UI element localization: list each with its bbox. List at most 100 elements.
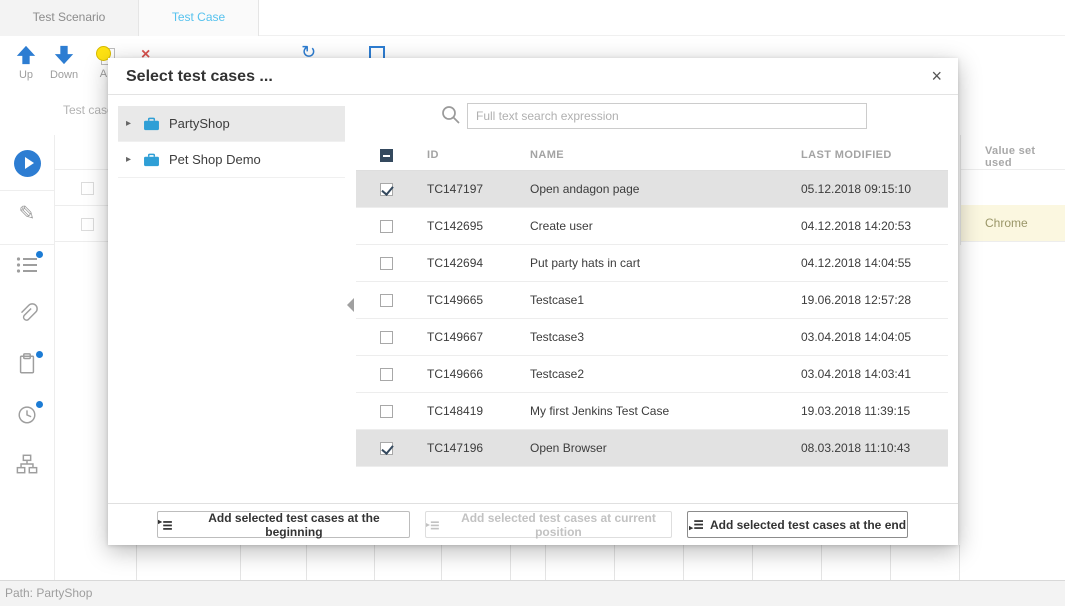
row-checkbox[interactable] <box>380 405 393 418</box>
row-modified: 19.03.2018 11:39:15 <box>801 393 910 430</box>
notification-dot <box>36 401 43 408</box>
row-modified: 05.12.2018 09:15:10 <box>801 171 911 208</box>
button-label: Add selected test cases at the end <box>710 518 906 532</box>
background-grid <box>0 545 1065 580</box>
divider <box>961 241 1065 242</box>
steps-list-icon[interactable] <box>0 254 54 281</box>
search-icon <box>441 105 461 125</box>
notification-dot <box>36 351 43 358</box>
table-row[interactable]: TC142695Create user04.12.2018 14:20:53 <box>356 208 948 245</box>
dialog-footer: Add selected test cases at the beginning… <box>108 503 958 545</box>
move-down-label: Down <box>46 69 82 81</box>
row-checkbox[interactable] <box>380 257 393 270</box>
insert-list-begin-icon <box>158 519 172 531</box>
row-name: Testcase2 <box>530 356 584 393</box>
select-test-cases-dialog: Select test cases ... × ▸ PartyShop ▸ Pet S… <box>108 58 958 545</box>
row-id: TC149667 <box>427 319 483 356</box>
grid-line <box>441 545 442 580</box>
divider <box>0 190 54 191</box>
row-name: Testcase1 <box>530 282 584 319</box>
arrow-up-icon <box>15 44 37 66</box>
grid-line <box>306 545 307 580</box>
grid-line <box>614 545 615 580</box>
add-at-current-position-button: Add selected test cases at current posit… <box>425 511 672 538</box>
add-at-beginning-button[interactable]: Add selected test cases at the beginning <box>157 511 410 538</box>
folder-icon <box>143 117 160 131</box>
edit-icon[interactable]: ✎ <box>0 204 54 224</box>
move-down-button[interactable]: Down <box>46 44 82 81</box>
value-set-cell: Chrome <box>985 216 1028 230</box>
button-label: Add selected test cases at the beginning <box>179 511 409 539</box>
add-at-end-button[interactable]: Add selected test cases at the end <box>687 511 908 538</box>
grid-line <box>240 545 241 580</box>
collapse-panel-handle[interactable] <box>347 298 354 312</box>
panel-label: Test case <box>63 103 114 117</box>
row-checkbox[interactable] <box>380 331 393 344</box>
expand-caret-icon[interactable]: ▸ <box>126 154 138 165</box>
dialog-title: Select test cases ... <box>126 58 273 95</box>
search-input[interactable] <box>467 103 867 129</box>
move-up-button[interactable]: Up <box>8 44 44 81</box>
insert-list-current-icon <box>426 519 439 531</box>
clipboard-icon[interactable] <box>0 353 54 380</box>
background-checkbox <box>81 182 94 195</box>
table-row[interactable]: TC147197Open andagon page05.12.2018 09:1… <box>356 171 948 208</box>
row-id: TC142694 <box>427 245 483 282</box>
table-row[interactable]: TC148419My first Jenkins Test Case19.03.… <box>356 393 948 430</box>
column-header-id[interactable]: ID <box>427 149 439 161</box>
grid-line <box>510 545 511 580</box>
row-id: TC149666 <box>427 356 483 393</box>
row-checkbox[interactable] <box>380 183 393 196</box>
row-name: Put party hats in cart <box>530 245 640 282</box>
grid-line <box>136 545 137 580</box>
tab-test-scenario[interactable]: Test Scenario <box>0 0 139 36</box>
row-id: TC142695 <box>427 208 483 245</box>
row-id: TC149665 <box>427 282 483 319</box>
row-checkbox[interactable] <box>380 442 393 455</box>
status-path: Path: PartyShop <box>5 586 92 600</box>
row-checkbox[interactable] <box>380 368 393 381</box>
close-icon[interactable]: × <box>931 58 942 94</box>
test-case-table: ID NAME LAST MODIFIED TC147197Open andag… <box>356 140 948 467</box>
table-row[interactable]: TC149666 Testcase2 03.04.2018 14:03:41 <box>356 356 948 393</box>
expand-caret-icon[interactable]: ▸ <box>126 118 138 129</box>
row-name: Create user <box>530 208 593 245</box>
row-modified: 19.06.2018 12:57:28 <box>801 282 911 319</box>
tab-test-case[interactable]: Test Case <box>139 0 259 36</box>
history-icon[interactable] <box>0 403 54 430</box>
table-body: TC147197Open andagon page05.12.2018 09:1… <box>356 171 948 467</box>
table-row[interactable]: TC149665 Testcase1 19.06.2018 12:57:28 <box>356 282 948 319</box>
background-table-fragment <box>55 135 108 255</box>
column-header-modified[interactable]: LAST MODIFIED <box>801 149 892 161</box>
row-name: Open Browser <box>530 430 607 467</box>
row-name: My first Jenkins Test Case <box>530 393 669 430</box>
row-id: TC147196 <box>427 430 483 467</box>
tab-bar: Test Scenario Test Case <box>0 0 1065 36</box>
table-row[interactable]: TC147196 Open Browser 08.03.2018 11:10:43 <box>356 430 948 467</box>
grid-line <box>959 545 960 580</box>
run-arrow-icon[interactable] <box>0 150 54 182</box>
table-row[interactable]: TC142694Put party hats in cart04.12.2018… <box>356 245 948 282</box>
tree-item-label: Pet Shop Demo <box>169 152 261 167</box>
row-modified: 08.03.2018 11:10:43 <box>801 430 910 467</box>
row-modified: 03.04.2018 14:03:41 <box>801 356 911 393</box>
table-row[interactable]: TC149667Testcase303.04.2018 14:04:05 <box>356 319 948 356</box>
status-bar: Path: PartyShop <box>0 581 1065 606</box>
tree-item[interactable]: ▸ PartyShop <box>118 106 345 142</box>
column-header-name[interactable]: NAME <box>530 149 564 161</box>
value-set-column-header: Value set used <box>985 145 1065 169</box>
divider <box>55 205 108 206</box>
tree-item[interactable]: ▸ Pet Shop Demo <box>118 142 345 178</box>
select-all-checkbox[interactable] <box>380 149 393 162</box>
insert-list-end-icon <box>689 519 703 531</box>
hierarchy-icon[interactable] <box>0 453 54 480</box>
move-up-label: Up <box>8 69 44 81</box>
value-set-row[interactable]: Chrome <box>961 205 1065 241</box>
grid-line <box>683 545 684 580</box>
row-checkbox[interactable] <box>380 220 393 233</box>
attachment-icon[interactable] <box>0 303 54 330</box>
button-label: Add selected test cases at current posit… <box>446 511 671 539</box>
divider <box>961 169 1065 170</box>
tree-item-label: PartyShop <box>169 116 230 131</box>
row-checkbox[interactable] <box>380 294 393 307</box>
